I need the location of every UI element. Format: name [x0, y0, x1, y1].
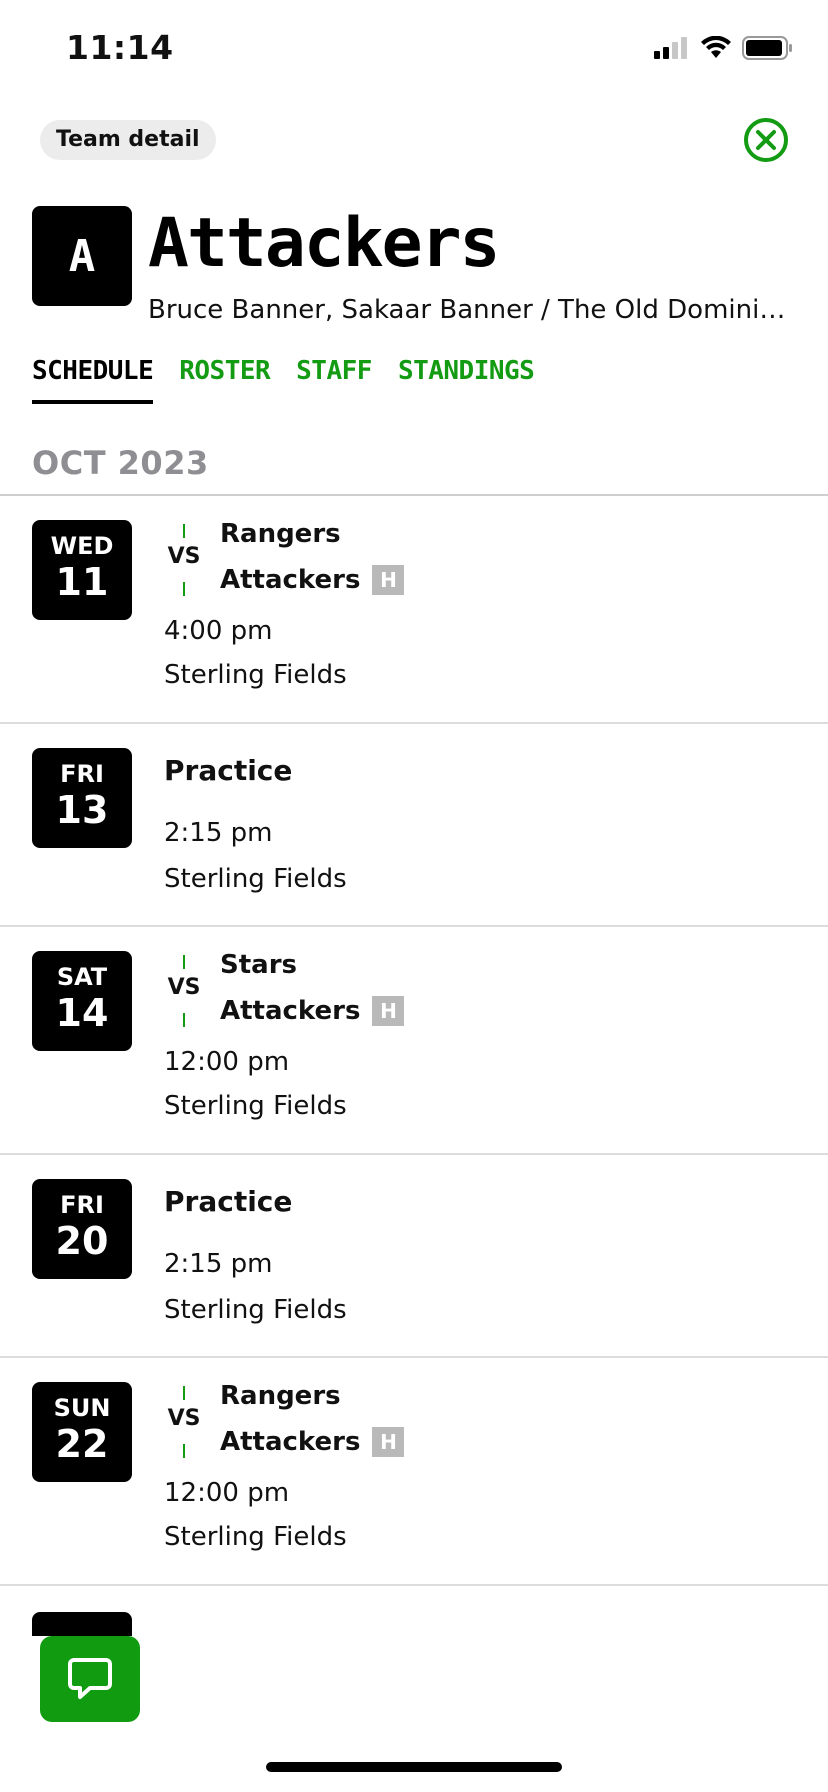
home-team-row: Attackers H: [220, 1426, 405, 1458]
event-time: 2:15 pm: [164, 1249, 273, 1279]
event-date-badge-partial: [32, 1612, 132, 1636]
home-team: Attackers: [220, 996, 361, 1026]
home-badge: H: [372, 1427, 405, 1457]
event-location: Sterling Fields: [164, 864, 347, 894]
event-location: Sterling Fields: [164, 1091, 347, 1121]
event-location: Sterling Fields: [164, 660, 347, 690]
vs-line: [183, 1013, 185, 1027]
tab-standings[interactable]: STANDINGS: [398, 356, 535, 404]
event-date-badge: SAT 14: [32, 951, 132, 1051]
month-header: OCT 2023: [32, 444, 209, 482]
versus-indicator: VS: [164, 1386, 204, 1458]
opponent-team: Rangers: [220, 1381, 341, 1411]
event-day-of-week: WED: [50, 532, 114, 560]
wifi-icon: [701, 36, 731, 58]
home-team: Attackers: [220, 1427, 361, 1457]
tab-schedule[interactable]: SCHEDULE: [32, 356, 154, 404]
home-badge: H: [372, 565, 405, 595]
status-icons: [654, 36, 794, 60]
tab-bar: SCHEDULE ROSTER STAFF STANDINGS: [32, 356, 535, 404]
event-date-badge: WED 11: [32, 520, 132, 620]
team-detail-screen: 11:14 Team detail A Attackers Bruce Bann…: [0, 0, 828, 1792]
vs-line: [183, 1386, 185, 1400]
home-team: Attackers: [220, 565, 361, 595]
event-day-number: 11: [55, 560, 109, 604]
chat-button[interactable]: [40, 1636, 140, 1722]
vs-label: VS: [167, 544, 201, 569]
status-bar: 11:14: [0, 0, 828, 100]
team-subtitle: Bruce Banner, Sakaar Banner / The Old Do…: [148, 295, 798, 325]
chat-bubble-icon: [68, 1658, 112, 1699]
event-day-number: 14: [55, 991, 109, 1035]
team-detail-chip: Team detail: [40, 120, 216, 160]
vs-line: [183, 524, 185, 538]
event-title: Practice: [164, 754, 293, 787]
home-indicator: [266, 1762, 562, 1772]
home-team-row: Attackers H: [220, 995, 405, 1027]
team-avatar: A: [32, 206, 132, 306]
event-day-of-week: FRI: [60, 760, 104, 788]
versus-indicator: VS: [164, 955, 204, 1027]
tab-roster[interactable]: ROSTER: [179, 356, 270, 404]
schedule-event-practice[interactable]: FRI 13 Practice 2:15 pm Sterling Fields: [0, 724, 828, 927]
home-team-row: Attackers H: [220, 564, 405, 596]
event-date-badge: FRI 20: [32, 1179, 132, 1279]
event-date-badge: SUN 22: [32, 1382, 132, 1482]
event-time: 2:15 pm: [164, 818, 273, 848]
signal-icon: [654, 37, 687, 59]
schedule-event-game[interactable]: SAT 14 VS Stars Attackers H 12:00 pm Ste…: [0, 927, 828, 1155]
battery-icon: [742, 36, 792, 60]
tab-staff[interactable]: STAFF: [296, 356, 372, 404]
event-day-of-week: SAT: [56, 963, 108, 991]
home-badge: H: [372, 996, 405, 1026]
team-name: Attackers: [148, 204, 500, 283]
schedule-event-game[interactable]: SUN 22 VS Rangers Attackers H 12:00 pm S…: [0, 1358, 828, 1586]
event-time: 12:00 pm: [164, 1478, 290, 1508]
event-location: Sterling Fields: [164, 1522, 347, 1552]
vs-label: VS: [167, 975, 201, 1000]
vs-line: [183, 582, 185, 596]
vs-label: VS: [167, 1406, 201, 1431]
close-icon[interactable]: [742, 116, 790, 164]
event-day-number: 20: [55, 1219, 109, 1263]
schedule-list: WED 11 VS Rangers Attackers H 4:00 pm St…: [0, 496, 828, 1586]
status-time: 11:14: [66, 28, 174, 67]
event-day-of-week: FRI: [60, 1191, 104, 1219]
event-time: 12:00 pm: [164, 1047, 290, 1077]
event-time: 4:00 pm: [164, 616, 273, 646]
schedule-event-game[interactable]: WED 11 VS Rangers Attackers H 4:00 pm St…: [0, 496, 828, 724]
opponent-team: Rangers: [220, 519, 341, 549]
event-title: Practice: [164, 1185, 293, 1218]
schedule-event-practice[interactable]: FRI 20 Practice 2:15 pm Sterling Fields: [0, 1155, 828, 1358]
event-location: Sterling Fields: [164, 1295, 347, 1325]
event-date-badge: FRI 13: [32, 748, 132, 848]
event-day-number: 13: [55, 788, 109, 832]
event-day-number: 22: [55, 1422, 109, 1466]
versus-indicator: VS: [164, 524, 204, 596]
event-day-of-week: SUN: [53, 1394, 111, 1422]
vs-line: [183, 955, 185, 969]
opponent-team: Stars: [220, 950, 297, 980]
vs-line: [183, 1444, 185, 1458]
